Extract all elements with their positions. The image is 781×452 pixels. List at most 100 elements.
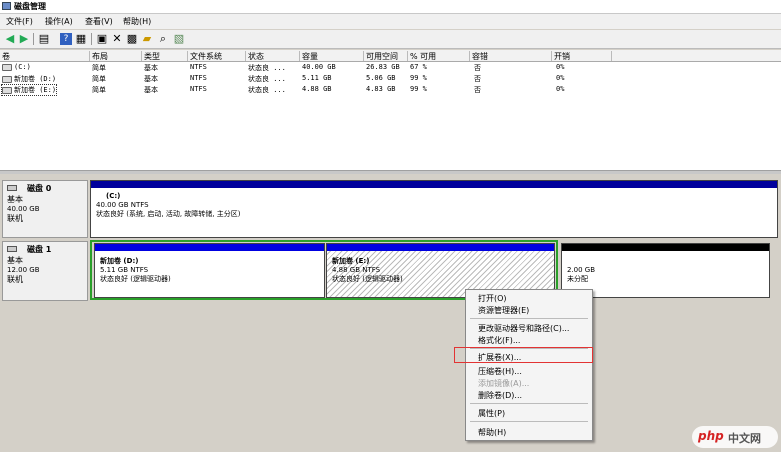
toolbar-separator [33,33,34,45]
partition-bar [95,244,324,251]
menu-bar: 文件(F) 操作(A) 查看(V) 帮助(H) [0,14,781,29]
volume-free: 5.06 GB [366,74,396,82]
menu-help[interactable]: 帮助(H) [123,16,151,27]
volume-status: 状态良 ... [248,86,286,94]
partition-d[interactable]: 新加卷 (D:) 5.11 GB NTFS 状态良好 (逻辑驱动器) [94,243,325,298]
col-volume[interactable]: 卷 [0,51,90,61]
volume-capacity: 40.00 GB [302,63,336,71]
menu-separator [470,403,588,404]
volume-pct-free: 67 % [410,63,427,71]
col-pct-free[interactable]: % 可用 [408,51,470,61]
volume-status: 状态良 ... [248,75,286,83]
refresh-icon[interactable]: ▣ [96,33,108,45]
drive-icon [2,75,12,83]
menu-item-format[interactable]: 格式化(F)... [478,335,520,346]
volume-pct-free: 99 % [410,85,427,93]
col-filesystem[interactable]: 文件系统 [188,51,246,61]
volume-fault: 否 [474,86,481,94]
partition-title: (C:) [106,192,121,200]
partition-c[interactable]: (C:) 40.00 GB NTFS 状态良好 (系统, 启动, 活动, 故障转… [90,180,778,238]
settings-icon[interactable]: ▩ [126,33,138,45]
disk-type: 基本 [7,256,23,265]
menu-item-change-drive-letter[interactable]: 更改驱动器号和路径(C)... [478,323,569,334]
console-tree-icon[interactable]: ▤ [38,33,50,45]
export-icon[interactable]: ▧ [173,33,185,45]
menu-file[interactable]: 文件(F) [6,16,33,27]
title-bar: 磁盘管理 [0,0,781,14]
table-row[interactable]: (C:) 简单 基本 NTFS 状态良 ... 40.00 GB 26.83 G… [0,62,781,73]
window-title: 磁盘管理 [14,2,46,11]
menu-action[interactable]: 操作(A) [45,16,73,27]
partition-bar [327,244,554,251]
forward-icon[interactable]: ▶ [18,33,30,45]
disk-1-label[interactable]: 磁盘 1 基本 12.00 GB 联机 [2,241,88,301]
partition-bar [91,181,777,188]
volume-fs: NTFS [190,63,207,71]
col-type[interactable]: 类型 [142,51,188,61]
table-row[interactable]: 新加卷 (D:) 简单 基本 NTFS 状态良 ... 5.11 GB 5.06… [0,73,781,84]
toolbar-separator [91,33,92,45]
volume-capacity: 5.11 GB [302,74,332,82]
col-free[interactable]: 可用空间 [364,51,408,61]
volume-free: 4.83 GB [366,85,396,93]
disk-0-label[interactable]: 磁盘 0 基本 40.00 GB 联机 [2,180,88,238]
partition-bar [562,244,769,251]
col-status[interactable]: 状态 [246,51,300,61]
volume-status: 状态良 ... [248,64,286,72]
menu-item-properties[interactable]: 属性(P) [478,408,505,419]
search-icon[interactable]: ⌕ [157,33,169,45]
partition-status: 状态良好 (逻辑驱动器) [100,275,171,283]
disk-icon [7,185,17,191]
volume-overhead: 0% [556,85,565,93]
partition-title: 新加卷 (E:) [332,257,370,265]
volume-fs: NTFS [190,85,207,93]
volume-overhead: 0% [556,63,565,71]
menu-item-shrink-volume[interactable]: 压缩卷(H)... [478,366,522,377]
volume-name: 新加卷 (D:) [2,74,56,84]
table-row[interactable]: 新加卷 (E:) 简单 基本 NTFS 状态良 ... 4.88 GB 4.83… [0,84,781,96]
volume-fs: NTFS [190,74,207,82]
volume-pct-free: 99 % [410,74,427,82]
partition-size: 2.00 GB [567,266,596,274]
open-icon[interactable]: ▰ [141,33,153,45]
delete-icon[interactable]: ✕ [111,33,123,45]
menu-item-open[interactable]: 打开(O) [478,293,507,304]
watermark-brand: php [698,429,724,443]
volume-type: 基本 [144,64,158,72]
col-overhead[interactable]: 开销 [552,51,612,61]
volume-overhead: 0% [556,74,565,82]
volume-layout: 简单 [92,75,106,83]
menu-item-add-mirror: 添加镜像(A)... [478,379,530,388]
partition-size: 4.88 GB NTFS [332,266,381,274]
col-fault-tolerance[interactable]: 容错 [470,51,552,61]
col-capacity[interactable]: 容量 [300,51,364,61]
back-icon[interactable]: ◀ [4,33,16,45]
disk-size: 12.00 GB [7,266,40,274]
menu-separator [470,318,588,319]
volume-layout: 简单 [92,64,106,72]
volume-name: (C:) [2,63,31,71]
partition-size: 40.00 GB NTFS [96,201,149,209]
drive-icon [2,86,12,94]
col-layout[interactable]: 布局 [90,51,142,61]
menu-view[interactable]: 查看(V) [85,16,113,27]
drive-icon [2,63,12,71]
partition-size: 5.11 GB NTFS [100,266,149,274]
disk-type: 基本 [7,195,23,204]
disk-name: 磁盘 1 [27,245,52,254]
watermark-logo: php 中文网 [692,426,778,448]
disk-state: 联机 [7,275,23,284]
volume-capacity: 4.88 GB [302,85,332,93]
menu-item-help[interactable]: 帮助(H) [478,427,506,438]
menu-item-delete-volume[interactable]: 删除卷(D)... [478,390,522,401]
volume-fault: 否 [474,75,481,83]
volume-fault: 否 [474,64,481,72]
volume-name: 新加卷 (E:) [0,84,58,96]
context-menu: 打开(O) 资源管理器(E) 更改驱动器号和路径(C)... 格式化(F)...… [465,289,593,441]
properties-icon[interactable]: ▦ [75,33,87,45]
menu-item-explore[interactable]: 资源管理器(E) [478,305,529,316]
help-icon[interactable]: ? [60,33,72,45]
disk-name: 磁盘 0 [27,184,52,193]
disk-icon [7,246,17,252]
partition-status: 状态良好 (系统, 启动, 活动, 故障转储, 主分区) [96,210,241,218]
